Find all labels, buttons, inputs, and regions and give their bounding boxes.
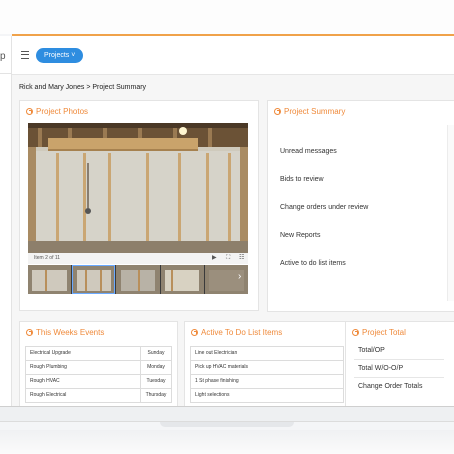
projects-dropdown-button[interactable]: Projects ˅ <box>36 48 84 63</box>
photo-control-bar: Item 2 of 11 ▶ ⛶ ☷ <box>28 253 248 264</box>
table-row[interactable]: Rough HVAC Tuesday <box>25 375 172 389</box>
project-summary-title-text: Project Summary <box>284 107 346 116</box>
list-item[interactable]: 1 St phase finishing <box>190 375 344 389</box>
panel-title-icon <box>191 329 198 336</box>
event-day: Monday <box>140 361 171 374</box>
todo-item-text: Pick up HVAC materials <box>195 364 248 370</box>
todo-title-text: Active To Do List Items <box>201 328 283 337</box>
event-name: Rough HVAC <box>30 378 60 384</box>
total-divider <box>354 377 444 378</box>
todo-item-text: Line out Electrician <box>195 350 238 356</box>
summary-unread-messages[interactable]: Unread messages <box>280 148 337 155</box>
panel-title-icon <box>26 329 33 336</box>
event-day: Sunday <box>140 347 171 360</box>
photo-thumbnail[interactable] <box>116 265 160 294</box>
photo-thumbnail[interactable] <box>204 265 249 294</box>
todo-item-text: Light selections <box>195 392 230 398</box>
summary-scrollbar[interactable] <box>447 125 454 301</box>
panel-title-icon <box>274 108 281 115</box>
project-total-title-text: Project Total <box>362 328 406 337</box>
project-total-title: Project Total <box>352 328 406 337</box>
photo-thumbnail[interactable] <box>72 265 116 294</box>
app-window: Projects ˅ Rick and Mary Jones > Project… <box>12 36 454 408</box>
summary-new-reports[interactable]: New Reports <box>280 232 320 239</box>
sidebar-divider <box>0 73 11 74</box>
photo-counter: Item 2 of 11 <box>34 255 61 261</box>
list-item[interactable]: Line out Electrician <box>190 346 344 361</box>
panel-title-icon <box>352 329 359 336</box>
weekly-events-title-text: This Weeks Events <box>36 328 105 337</box>
breadcrumb-client-link[interactable]: Rick and Mary Jones <box>19 84 84 91</box>
top-strip <box>0 0 454 34</box>
table-row[interactable]: Electrical Upgrade Sunday <box>25 346 172 361</box>
todo-title: Active To Do List Items <box>191 328 282 337</box>
weekly-events-panel: This Weeks Events Electrical Upgrade Sund… <box>19 321 178 408</box>
todo-panel: Active To Do List Items Line out Electri… <box>184 321 350 408</box>
panel-title-icon <box>26 108 33 115</box>
total-divider <box>354 359 444 360</box>
event-day: Thursday <box>140 389 171 402</box>
event-name: Electrical Upgrade <box>30 350 71 356</box>
event-name: Rough Electrical <box>30 392 67 398</box>
play-icon[interactable]: ▶ <box>212 253 217 264</box>
fullscreen-icon[interactable]: ⛶ <box>226 253 230 264</box>
photo-thumbnail[interactable] <box>28 265 72 294</box>
grid-icon[interactable]: ☷ <box>239 253 244 264</box>
laptop-base <box>0 406 454 422</box>
breadcrumb-separator: > <box>86 84 91 91</box>
laptop-shadow <box>0 430 454 454</box>
breadcrumb: Rick and Mary Jones > Project Summary <box>19 84 146 91</box>
project-total-panel: Project Total Total/OP Total W/O-O/P Cha… <box>345 321 454 408</box>
side-rail <box>0 36 12 406</box>
project-summary-panel: Project Summary Unread messages Bids to … <box>267 100 454 312</box>
next-photo-icon[interactable]: › <box>238 271 241 282</box>
photo-thumbnail-strip <box>28 265 249 294</box>
todo-item-text: 1 St phase finishing <box>195 378 239 384</box>
todo-list: Line out Electrician Pick up HVAC materi… <box>190 346 344 403</box>
event-name: Rough Plumbing <box>30 364 67 370</box>
weekly-events-title: This Weeks Events <box>26 328 104 337</box>
summary-active-todo[interactable]: Active to do list items <box>280 260 346 267</box>
table-row[interactable]: Rough Plumbing Monday <box>25 361 172 375</box>
list-item[interactable]: Pick up HVAC materials <box>190 361 344 375</box>
event-day: Tuesday <box>140 375 171 388</box>
change-order-totals-label: Change Order Totals <box>358 383 423 390</box>
total-op-label: Total/OP <box>358 347 385 354</box>
project-photo-main[interactable] <box>28 123 248 253</box>
breadcrumb-current: Project Summary <box>92 84 147 91</box>
photo-thumbnail[interactable] <box>160 265 204 294</box>
project-photos-panel: Project Photos Item 2 of 11 ▶ ⛶ ☷ › <box>19 100 259 311</box>
events-table: Electrical Upgrade Sunday Rough Plumbing M… <box>25 346 172 403</box>
list-item[interactable]: Light selections <box>190 389 344 403</box>
project-photos-title-text: Project Photos <box>36 107 89 116</box>
menu-icon[interactable] <box>21 51 29 59</box>
basement-photo <box>28 123 248 253</box>
laptop-notch <box>160 422 294 427</box>
header-bar: Projects ˅ <box>12 36 454 75</box>
summary-change-orders[interactable]: Change orders under review <box>280 204 368 211</box>
table-row[interactable]: Rough Electrical Thursday <box>25 389 172 403</box>
sidebar-logo-fragment: p <box>0 51 6 62</box>
total-without-op-label: Total W/O-O/P <box>358 365 404 372</box>
project-photos-title: Project Photos <box>26 107 88 116</box>
summary-bids-to-review[interactable]: Bids to review <box>280 176 324 183</box>
project-summary-title: Project Summary <box>274 107 345 116</box>
